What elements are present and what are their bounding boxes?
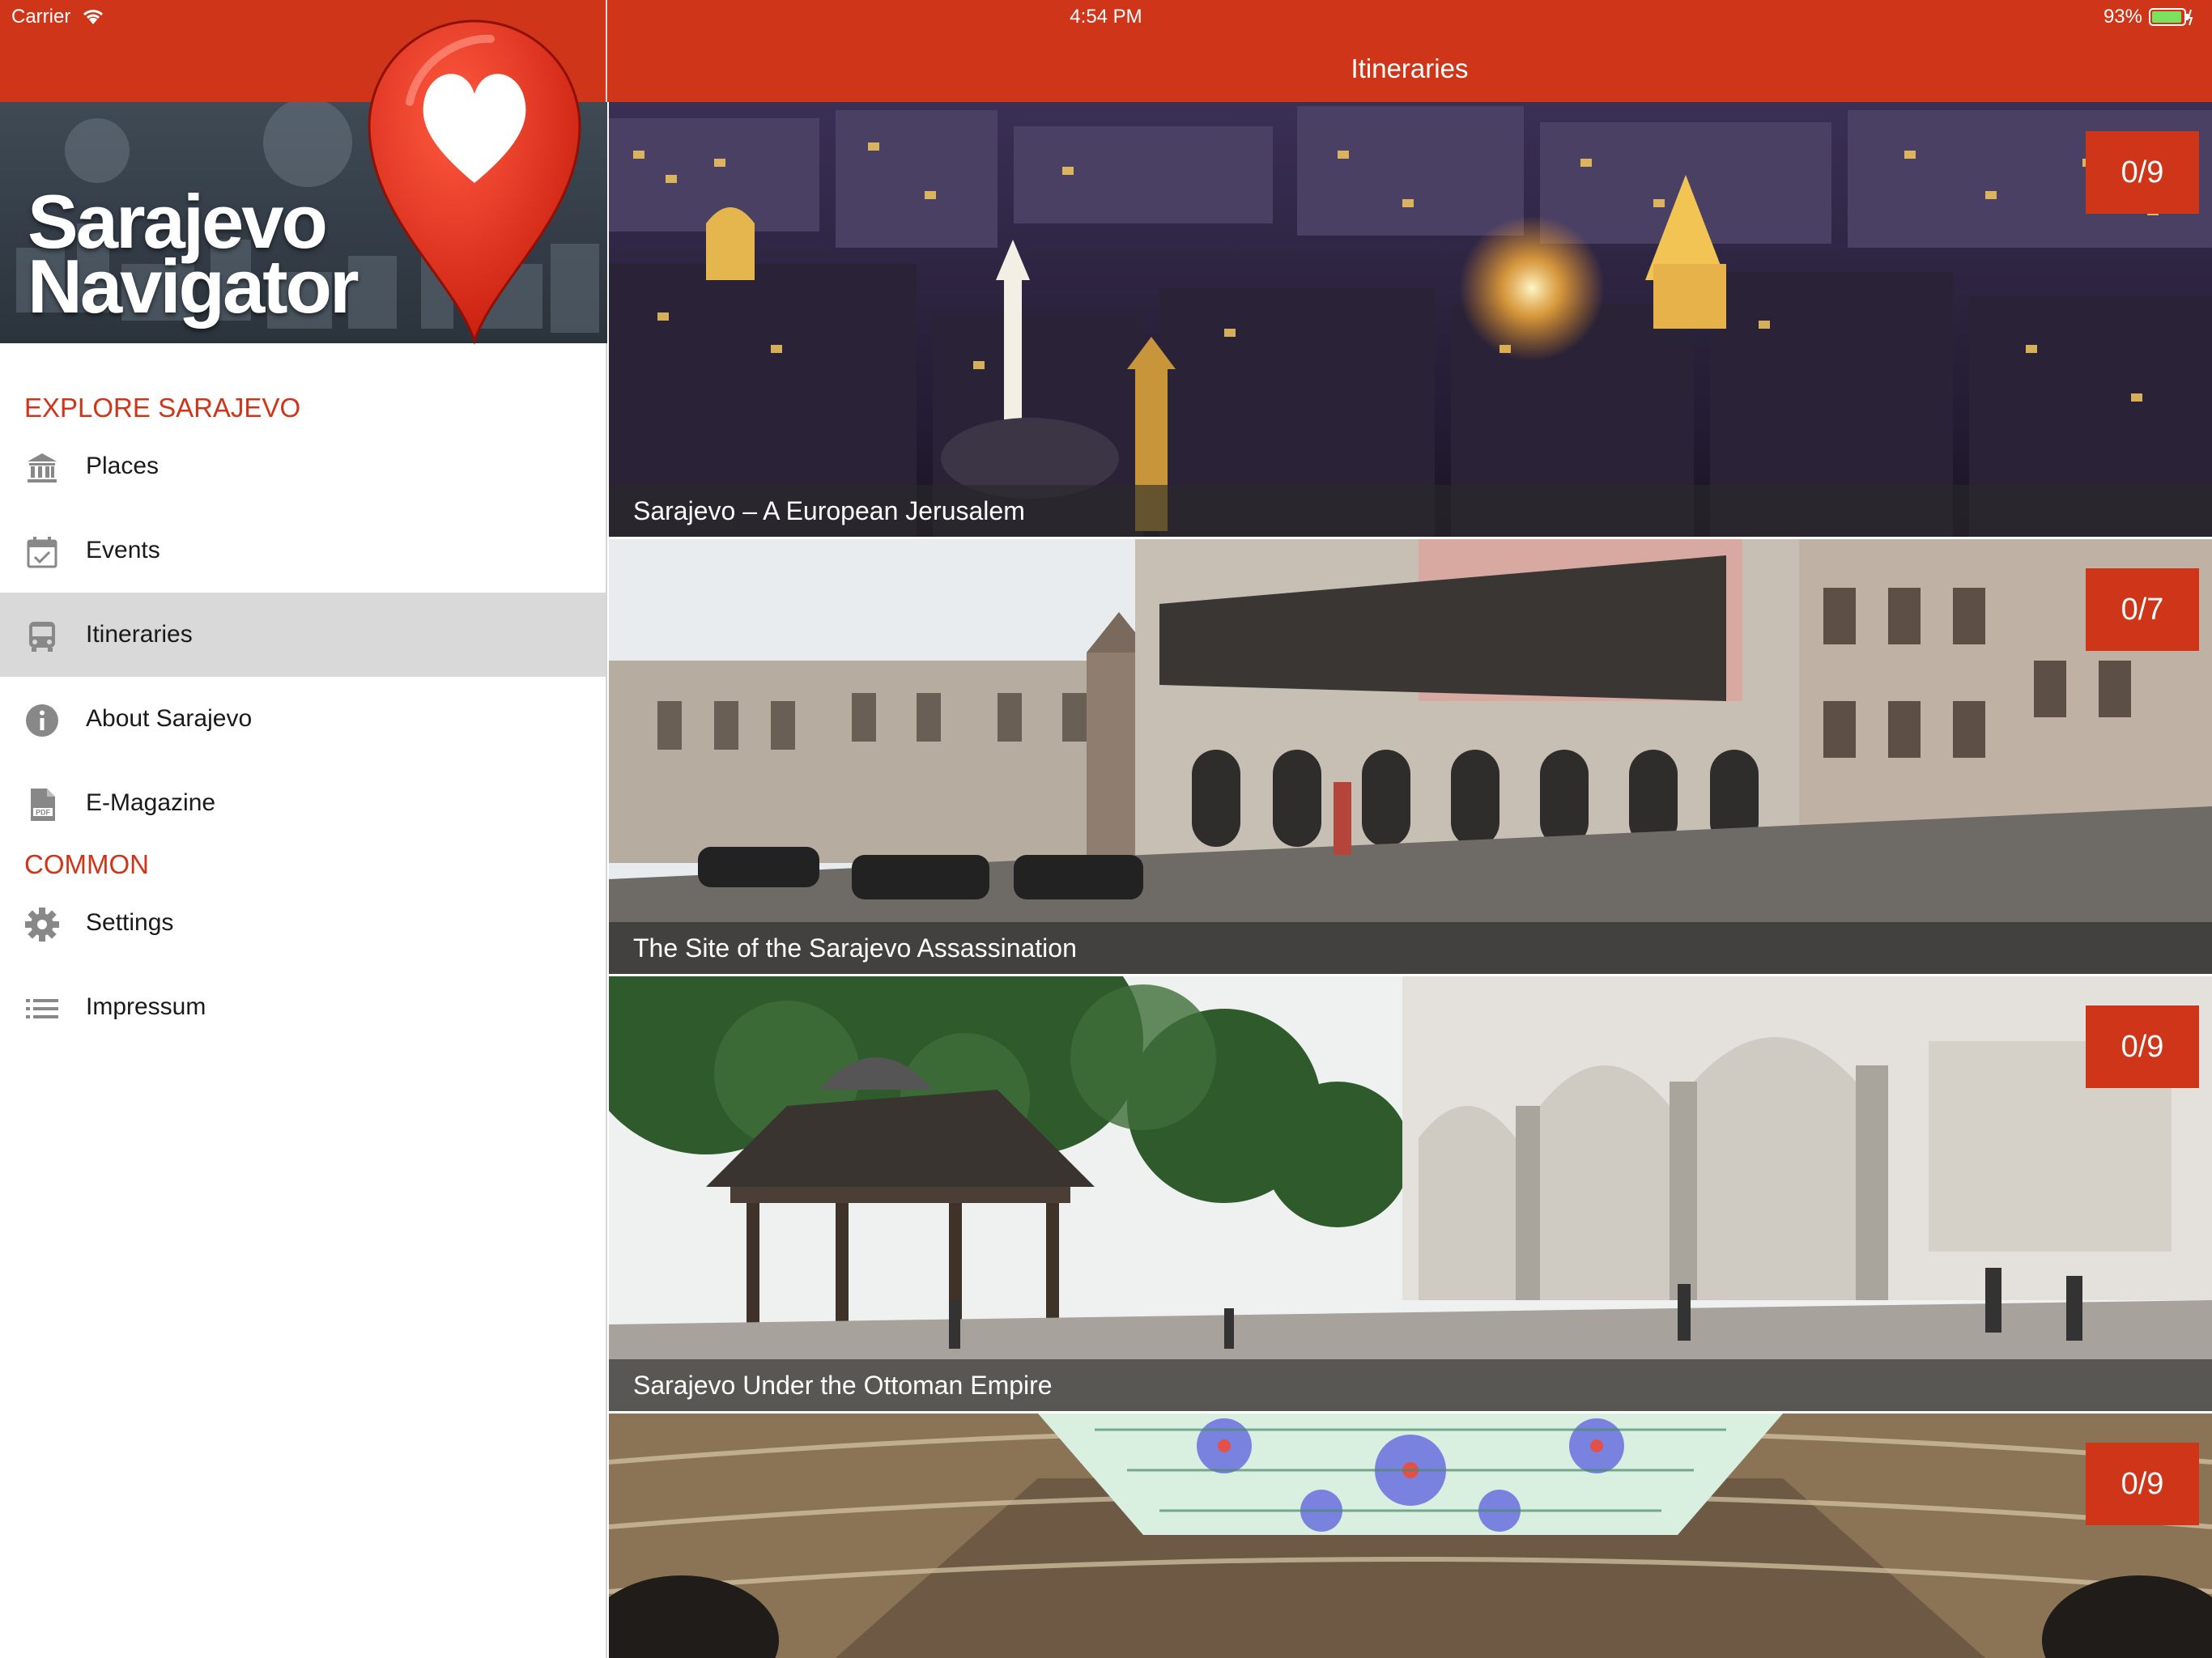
sidebar-item-label: Impressum <box>86 993 206 1020</box>
progress-badge: 0/9 <box>2086 131 2199 214</box>
card-caption: Sarajevo Under the Ottoman Empire <box>609 1359 2212 1411</box>
brand-banner: Sarajevo Navigator <box>0 19 607 345</box>
itinerary-photo <box>609 976 2212 1411</box>
itinerary-photo <box>609 539 2212 974</box>
itinerary-title: Sarajevo – A European Jerusalem <box>633 496 1025 525</box>
sidebar-item-impressum[interactable]: Impressum <box>0 965 606 1049</box>
calendar-check-icon <box>27 537 57 568</box>
itinerary-title: Sarajevo Under the Ottoman Empire <box>633 1371 1053 1400</box>
sidebar-item-label: About Sarajevo <box>86 705 253 732</box>
sidebar-item-settings[interactable]: Settings <box>0 881 606 965</box>
itinerary-title: The Site of the Sarajevo Assassination <box>633 933 1077 963</box>
sidebar-item-e-magazine[interactable]: PDF E-Magazine <box>0 761 606 845</box>
sidebar-item-label: E-Magazine <box>86 789 216 816</box>
app-logo-text: Sarajevo Navigator <box>28 184 359 329</box>
sidebar-item-about-sarajevo[interactable]: About Sarajevo <box>0 677 606 761</box>
progress-badge: 0/9 <box>2086 1443 2199 1525</box>
section-header-common: COMMON <box>24 849 149 879</box>
building-icon <box>28 453 57 483</box>
section-header-explore: EXPLORE SARAJEVO <box>24 393 301 423</box>
sidebar-item-label: Events <box>86 537 160 563</box>
svg-text:PDF: PDF <box>36 809 51 817</box>
battery-icon <box>2149 8 2193 26</box>
card-caption: The Site of the Sarajevo Assassination <box>609 922 2212 974</box>
itinerary-card[interactable]: The Site of the Sarajevo Assassination 0… <box>609 539 2212 974</box>
itinerary-photo <box>609 1414 2212 1658</box>
sidebar-item-itineraries[interactable]: Itineraries <box>0 593 606 677</box>
progress-badge: 0/9 <box>2086 1005 2199 1088</box>
info-icon <box>26 704 58 737</box>
pdf-icon: PDF <box>31 789 55 821</box>
progress-badge: 0/7 <box>2086 568 2199 651</box>
card-caption: Sarajevo – A European Jerusalem <box>609 485 2212 537</box>
itinerary-card[interactable]: Sarajevo – A European Jerusalem 0/9 <box>609 102 2212 537</box>
sidebar-item-label: Settings <box>86 909 174 936</box>
sidebar-item-label: Itineraries <box>86 621 193 648</box>
sidebar: Sarajevo Navigator EXPLORE SARAJEVO Plac… <box>0 0 607 1658</box>
page-title: Itineraries <box>1351 53 1469 83</box>
heart-location-pin-icon <box>368 19 581 345</box>
bus-icon <box>29 622 55 652</box>
logo-line-2: Navigator <box>28 244 359 329</box>
sidebar-item-places[interactable]: Places <box>0 424 606 508</box>
sidebar-item-events[interactable]: Events <box>0 508 606 593</box>
gear-icon <box>25 908 59 942</box>
status-battery-percent: 93% <box>2103 6 2142 28</box>
itinerary-card[interactable]: Sarajevo Under the Ottoman Empire 0/9 <box>609 976 2212 1411</box>
itinerary-card[interactable]: 0/9 <box>609 1414 2212 1658</box>
itinerary-photo <box>609 102 2212 537</box>
sidebar-item-label: Places <box>86 453 160 479</box>
list-icon <box>26 999 58 1018</box>
